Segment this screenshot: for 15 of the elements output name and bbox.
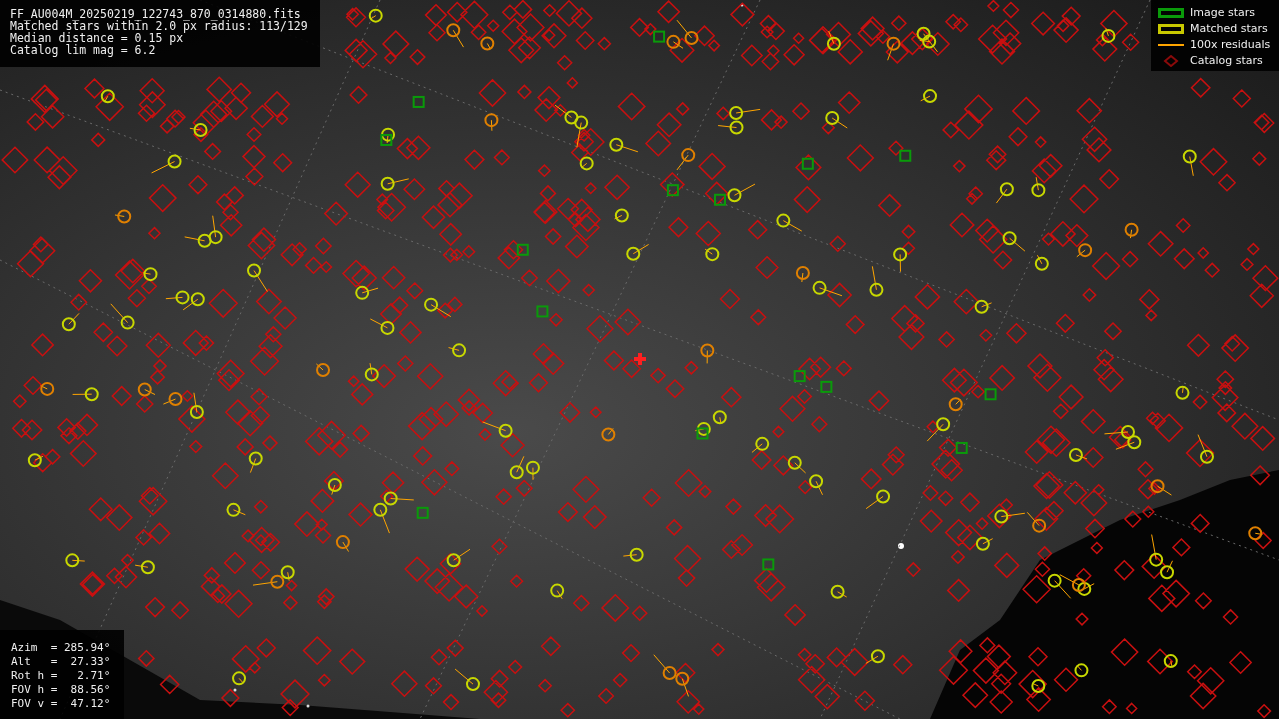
info-text: Catalog lim mag = 6.2 [10,44,157,56]
legend-label: Catalog stars [1190,54,1263,68]
legend-label: 100x residuals [1190,38,1271,52]
cross-icon [634,353,646,365]
pointing-text: FOV v = 47.12° [11,697,112,711]
pointing-text: FOV h = 88.56° [11,683,112,697]
pointing-text: Azim = 285.94° [11,641,112,655]
legend-label: Image stars [1190,6,1255,20]
pointing-text: Rot h = 2.71° [11,669,112,683]
legend-label: Matched stars [1190,22,1268,36]
info-text: Median distance = 0.15 px [10,32,184,44]
info-text: Matched stars within 2.0 px radius: 113/129 [10,20,309,32]
residual-line-icon [1158,44,1184,46]
info-text: FF_AU004M_20250219_122743_870_0314880.fits [10,8,302,20]
pointing-text: Alt = 27.33° [11,655,112,669]
